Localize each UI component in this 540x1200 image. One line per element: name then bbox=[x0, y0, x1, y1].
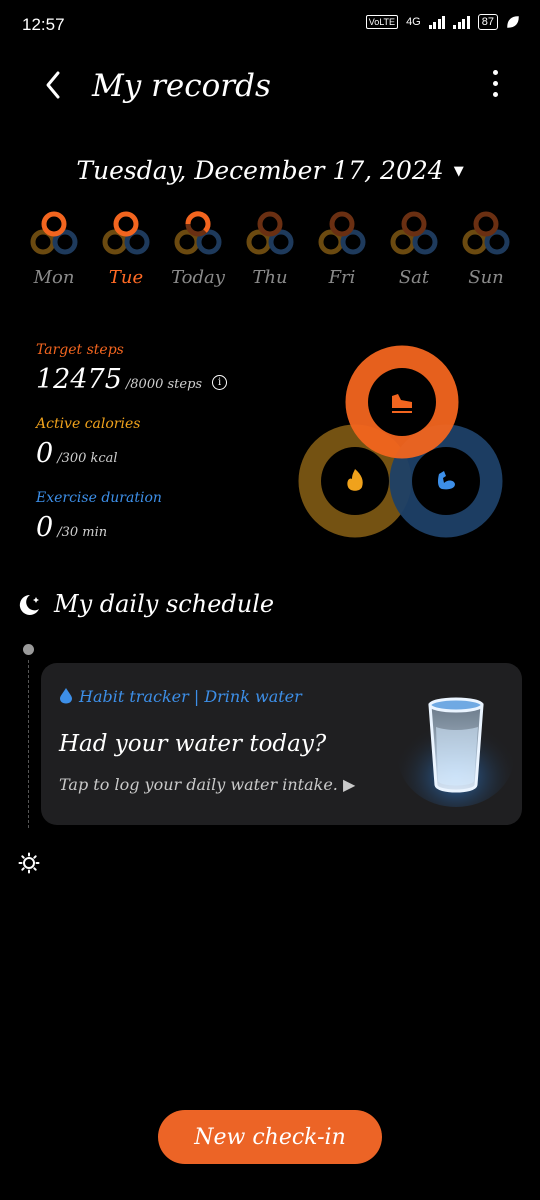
day-thu[interactable]: Thu bbox=[234, 210, 306, 288]
water-drop-icon bbox=[60, 688, 72, 704]
activity-rings-icon bbox=[30, 211, 78, 255]
signal-icon bbox=[428, 15, 446, 29]
activity-rings-icon bbox=[318, 211, 366, 255]
duration-ring-core bbox=[412, 447, 480, 515]
back-arrow-icon bbox=[46, 71, 60, 99]
duration-stat[interactable]: Exercise duration 0/30 min bbox=[36, 490, 162, 543]
timeline-dot bbox=[23, 644, 34, 655]
steps-value: 12475 bbox=[36, 364, 122, 395]
drink-water-card[interactable]: Habit tracker | Drink water Had your wat… bbox=[41, 663, 522, 825]
sun-icon bbox=[18, 852, 40, 874]
day-label: Mon bbox=[33, 267, 75, 288]
week-strip: Mon Tue Today Thu Fri Sat Sun bbox=[18, 210, 522, 288]
day-tue[interactable]: Tue bbox=[90, 210, 162, 288]
info-icon[interactable]: i bbox=[212, 375, 228, 390]
page-title: My records bbox=[92, 68, 271, 104]
more-icon-dot bbox=[492, 70, 498, 75]
duration-value: 0 bbox=[36, 512, 54, 543]
day-sun[interactable]: Sun bbox=[450, 210, 522, 288]
signal-icon-2 bbox=[453, 15, 470, 29]
day-today[interactable]: Today bbox=[162, 210, 234, 288]
timeline-line bbox=[28, 660, 29, 828]
day-label: Today bbox=[171, 267, 225, 288]
day-sat[interactable]: Sat bbox=[378, 210, 450, 288]
dropdown-caret-icon: ▼ bbox=[453, 164, 464, 179]
battery-level: 87 bbox=[477, 14, 498, 30]
day-label: Sat bbox=[398, 267, 430, 288]
day-label: Tue bbox=[108, 267, 144, 288]
calories-unit: /300 kcal bbox=[57, 451, 118, 466]
moon-icon bbox=[19, 594, 39, 615]
activity-rings-icon bbox=[390, 211, 438, 255]
day-mon[interactable]: Mon bbox=[18, 210, 90, 288]
activity-rings-icon bbox=[102, 211, 150, 255]
more-options-button[interactable] bbox=[488, 70, 502, 102]
duration-value-row: 0/30 min bbox=[36, 512, 162, 543]
duration-unit: /30 min bbox=[57, 525, 108, 540]
status-icons: VoLTE 4G 87 bbox=[365, 14, 520, 30]
day-label: Sun bbox=[468, 267, 504, 288]
date-selector[interactable]: Tuesday, December 17, 2024 ▼ bbox=[0, 156, 540, 185]
status-time: 12:57 bbox=[22, 15, 65, 34]
leaf-icon bbox=[507, 16, 519, 28]
duration-label: Exercise duration bbox=[36, 490, 162, 506]
more-icon-dot bbox=[492, 81, 498, 86]
activity-rings-chart[interactable] bbox=[296, 342, 508, 542]
network-type: 4G bbox=[406, 16, 421, 28]
activity-rings-icon bbox=[174, 211, 222, 255]
volte-badge: VoLTE bbox=[365, 15, 399, 29]
schedule-title: My daily schedule bbox=[54, 590, 275, 618]
calories-value-row: 0/300 kcal bbox=[36, 438, 140, 469]
card-subtitle: Tap to log your daily water intake. ▶ bbox=[59, 775, 356, 794]
steps-label: Target steps bbox=[36, 342, 124, 358]
new-check-in-button[interactable]: New check-in bbox=[158, 1110, 382, 1164]
card-tag: Habit tracker | Drink water bbox=[59, 687, 302, 706]
day-fri[interactable]: Fri bbox=[306, 210, 378, 288]
card-headline: Had your water today? bbox=[59, 731, 327, 757]
calories-value: 0 bbox=[36, 438, 54, 469]
day-label: Fri bbox=[328, 267, 356, 288]
calories-label: Active calories bbox=[36, 416, 141, 432]
activity-rings-icon bbox=[462, 211, 510, 255]
activity-rings-icon bbox=[246, 211, 294, 255]
steps-unit: /8000 steps bbox=[125, 377, 203, 392]
more-icon-dot bbox=[492, 92, 498, 97]
steps-stat[interactable]: Target steps 12475/8000 steps i bbox=[36, 342, 228, 395]
water-glass-icon bbox=[398, 697, 514, 807]
back-button[interactable] bbox=[40, 68, 70, 102]
card-tag-label: Habit tracker | Drink water bbox=[79, 687, 302, 706]
steps-value-row: 12475/8000 steps i bbox=[36, 364, 228, 395]
day-label: Thu bbox=[252, 267, 288, 288]
date-label: Tuesday, December 17, 2024 bbox=[76, 156, 444, 185]
calories-stat[interactable]: Active calories 0/300 kcal bbox=[36, 416, 140, 469]
